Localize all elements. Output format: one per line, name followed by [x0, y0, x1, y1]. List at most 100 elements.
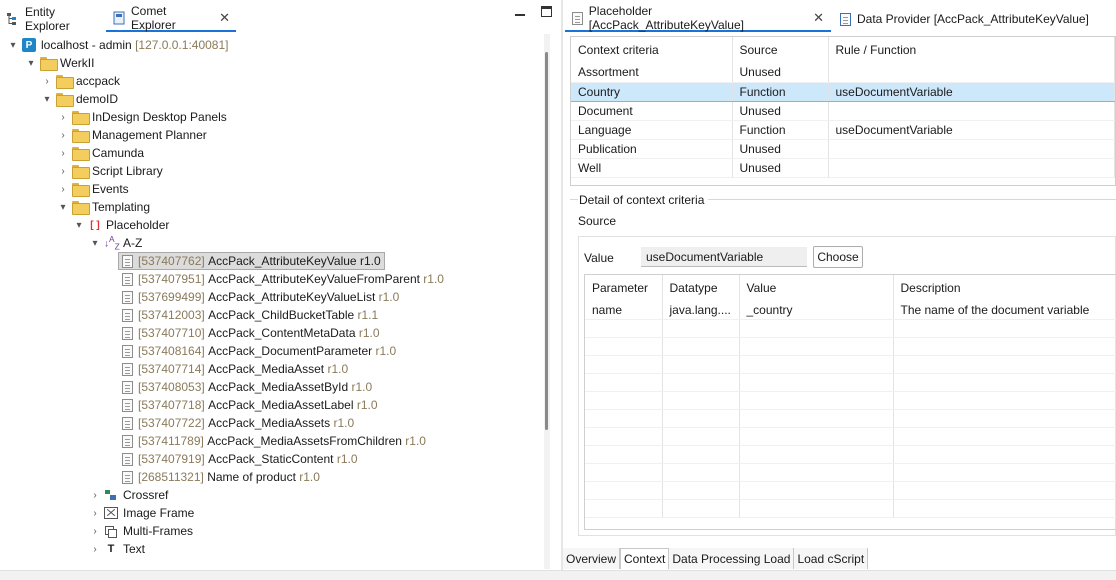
item-name: AccPack_AttributeKeyValueList: [208, 290, 376, 304]
list-item[interactable]: [537699499] AccPack_AttributeKeyValueLis…: [122, 288, 399, 306]
tree-node-a-z[interactable]: ▾ ↓AZ A-Z: [90, 234, 142, 252]
chevron-right-icon[interactable]: ›: [58, 112, 68, 123]
editor-page-tabs: Overview Context Data Processing Load Lo…: [563, 548, 869, 569]
item-rev: r1.0: [378, 290, 400, 304]
chevron-down-icon[interactable]: ▾: [74, 220, 84, 231]
list-item[interactable]: [537408053] AccPack_MediaAssetById r1.0: [122, 378, 372, 396]
empty-cell: [585, 445, 663, 464]
table-row[interactable]: Document Unused: [571, 101, 1115, 121]
table-row[interactable]: name java.lang.... _country The name of …: [585, 301, 1116, 320]
tree-node-placeholder[interactable]: ▾ [ ] Placeholder: [74, 216, 169, 234]
empty-row: [585, 319, 1116, 338]
tree-node-werkii[interactable]: ▾ WerkII: [26, 54, 94, 72]
column-header-description[interactable]: Description: [893, 275, 1116, 301]
list-item[interactable]: [537407919] AccPack_StaticContent r1.0: [122, 450, 358, 468]
cell-source: Function: [732, 81, 829, 102]
item-name: Name of product: [207, 470, 296, 484]
column-header-parameter[interactable]: Parameter: [585, 275, 663, 301]
chevron-right-icon[interactable]: ›: [58, 148, 68, 159]
list-item[interactable]: [537407951] AccPack_AttributeKeyValueFro…: [122, 270, 444, 288]
tab-entity-explorer[interactable]: Entity Explorer: [0, 5, 104, 33]
item-id: [537407710]: [138, 326, 205, 340]
column-header-source[interactable]: Source: [732, 37, 829, 63]
tree-node-indesign-desktop-panels[interactable]: › InDesign Desktop Panels: [58, 108, 227, 126]
chevron-right-icon[interactable]: ›: [90, 526, 100, 537]
item-rev: r1.0: [405, 434, 426, 448]
chevron-right-icon[interactable]: ›: [90, 508, 100, 519]
empty-row: [585, 427, 1116, 446]
table-row[interactable]: Well Unused: [571, 158, 1115, 178]
table-row[interactable]: Assortment Unused: [571, 63, 1115, 83]
tree-node-management-planner[interactable]: › Management Planner: [58, 126, 207, 144]
column-header-context-criteria[interactable]: Context criteria: [571, 37, 733, 63]
item-rev: r1.0: [351, 380, 373, 394]
list-item[interactable]: [537412003] AccPack_ChildBucketTable r1.…: [122, 306, 378, 324]
chevron-right-icon[interactable]: ›: [90, 544, 100, 555]
chevron-right-icon[interactable]: ›: [58, 130, 68, 141]
column-header-datatype[interactable]: Datatype: [662, 275, 740, 301]
close-icon[interactable]: ✕: [813, 10, 824, 26]
server-address: [127.0.0.1:40081]: [135, 38, 229, 52]
tree-node-accpack[interactable]: › accpack: [42, 72, 120, 90]
list-item[interactable]: [537407762] AccPack_AttributeKeyValue r1…: [118, 252, 385, 270]
scrollbar-thumb[interactable]: [545, 52, 548, 430]
column-header-value[interactable]: Value: [739, 275, 894, 301]
table-row-selected[interactable]: Country Function useDocumentVariable: [571, 81, 1115, 102]
chevron-down-icon[interactable]: ▾: [8, 40, 18, 51]
close-icon[interactable]: ✕: [219, 10, 230, 26]
selected-list-item[interactable]: [537407762] AccPack_AttributeKeyValue r1…: [118, 252, 385, 270]
list-item[interactable]: [537407722] AccPack_MediaAssets r1.0: [122, 414, 354, 432]
tab-comet-explorer[interactable]: Comet Explorer ✕: [106, 4, 236, 32]
tree-node-camunda[interactable]: › Camunda: [58, 144, 144, 162]
item-name: AccPack_MediaAssets: [208, 416, 331, 430]
chevron-down-icon[interactable]: ▾: [26, 58, 36, 69]
cell-description: The name of the document variable: [893, 301, 1116, 320]
tab-data-processing-load[interactable]: Data Processing Load: [669, 548, 795, 569]
tree-node-crossref[interactable]: › Crossref: [90, 486, 168, 504]
tree-node-demoid[interactable]: ▾ demoID: [42, 90, 118, 108]
empty-row: [585, 391, 1116, 410]
list-item[interactable]: [537407710] AccPack_ContentMetaData r1.0: [122, 324, 380, 342]
tree-node-multi-frames[interactable]: › Multi-Frames: [90, 522, 193, 540]
vertical-scrollbar[interactable]: [544, 34, 550, 569]
list-item[interactable]: [268511321] Name of product r1.0: [122, 468, 320, 486]
list-item[interactable]: [537407714] AccPack_MediaAsset r1.0: [122, 360, 348, 378]
cell-criteria: Publication: [571, 139, 733, 159]
chevron-right-icon[interactable]: ›: [90, 490, 100, 501]
server-label: localhost - admin: [41, 38, 132, 52]
minimize-icon[interactable]: [515, 13, 525, 16]
maximize-icon[interactable]: [541, 6, 552, 17]
chevron-right-icon[interactable]: ›: [42, 76, 52, 87]
value-field[interactable]: useDocumentVariable: [641, 247, 807, 267]
cell-rule: [828, 139, 1115, 159]
table-row[interactable]: Language Function useDocumentVariable: [571, 120, 1115, 140]
list-item[interactable]: [537408164] AccPack_DocumentParameter r1…: [122, 342, 396, 360]
chevron-down-icon[interactable]: ▾: [90, 238, 100, 249]
chevron-down-icon[interactable]: ▾: [58, 202, 68, 213]
choose-button[interactable]: Choose: [813, 246, 863, 268]
tree-node-server[interactable]: ▾ P localhost - admin [127.0.0.1:40081]: [8, 36, 228, 54]
tab-load-cscript[interactable]: Load cScript: [794, 548, 869, 569]
table-row[interactable]: Publication Unused: [571, 139, 1115, 159]
cell-value[interactable]: _country: [739, 301, 894, 320]
tree-node-text[interactable]: › T Text: [90, 540, 145, 558]
chevron-right-icon[interactable]: ›: [58, 166, 68, 177]
list-item[interactable]: [537407718] AccPack_MediaAssetLabel r1.0: [122, 396, 378, 414]
tree-node-script-library[interactable]: › Script Library: [58, 162, 163, 180]
empty-cell: [893, 355, 1116, 374]
tab-data-provider[interactable]: Data Provider [AccPack_AttributeKeyValue…: [833, 6, 1115, 32]
empty-cell: [662, 373, 740, 392]
empty-cell: [739, 445, 894, 464]
column-header-rule-function[interactable]: Rule / Function: [828, 37, 1115, 63]
tab-placeholder-editor[interactable]: Placeholder [AccPack_AttributeKeyValue] …: [565, 4, 831, 32]
tree-node-templating[interactable]: ▾ Templating: [58, 198, 150, 216]
tab-context[interactable]: Context: [620, 548, 670, 569]
list-item[interactable]: [537411789] AccPack_MediaAssetsFromChild…: [122, 432, 426, 450]
empty-cell: [662, 337, 740, 356]
chevron-down-icon[interactable]: ▾: [42, 94, 52, 105]
tree-node-image-frame[interactable]: › Image Frame: [90, 504, 194, 522]
tab-placeholder-label: Placeholder [AccPack_AttributeKeyValue]: [588, 4, 744, 32]
tree-node-events[interactable]: › Events: [58, 180, 129, 198]
tab-overview[interactable]: Overview: [563, 548, 621, 569]
chevron-right-icon[interactable]: ›: [58, 184, 68, 195]
